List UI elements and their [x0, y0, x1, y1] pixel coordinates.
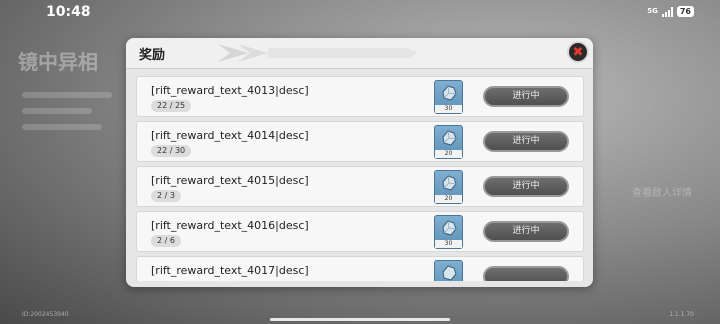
- reward-item[interactable]: 20: [434, 170, 463, 204]
- reward-desc: [rift_reward_text_4014|desc]: [151, 129, 309, 142]
- status-button[interactable]: 进行中: [483, 131, 569, 152]
- item-quantity: 30: [435, 105, 462, 113]
- reward-row: [rift_reward_text_4016|desc] 2 / 6 30 进行…: [136, 211, 584, 252]
- reward-progress: 2 / 3: [151, 190, 181, 202]
- network-label: 5G: [647, 7, 658, 15]
- reward-progress: 22 / 25: [151, 100, 192, 112]
- reward-item[interactable]: 30: [434, 80, 463, 114]
- reward-desc: [rift_reward_text_4017|desc]: [151, 264, 309, 277]
- item-quantity: 30: [435, 240, 462, 248]
- crystal-ore-icon: [442, 175, 457, 191]
- status-button[interactable]: 进行中: [483, 86, 569, 107]
- crystal-ore-icon: [442, 265, 457, 281]
- home-indicator[interactable]: [270, 318, 450, 321]
- reward-row: [rift_reward_text_4015|desc] 2 / 3 20 进行…: [136, 166, 584, 207]
- reward-item[interactable]: 30: [434, 215, 463, 249]
- item-quantity: 20: [435, 195, 462, 203]
- reward-list[interactable]: [rift_reward_text_4013|desc] 22 / 25 30 …: [136, 76, 584, 281]
- reward-item[interactable]: [434, 260, 463, 281]
- status-time: 10:48: [46, 4, 91, 20]
- signal-icon: [661, 6, 673, 17]
- crystal-ore-icon: [442, 220, 457, 236]
- battery-icon: 76: [676, 6, 694, 17]
- background-title: 镜中异相: [18, 50, 98, 74]
- reward-row: [rift_reward_text_4017|desc]: [136, 256, 584, 281]
- version-label: 1.1.1.70: [669, 311, 694, 318]
- panel-header: 奖励 ✖: [126, 38, 593, 69]
- reward-desc: [rift_reward_text_4013|desc]: [151, 84, 309, 97]
- crystal-ore-icon: [442, 130, 457, 146]
- background-enemy-info: 查看敌人详情: [632, 188, 692, 199]
- reward-desc: [rift_reward_text_4016|desc]: [151, 219, 309, 232]
- panel-title: 奖励: [139, 48, 166, 63]
- status-button[interactable]: 进行中: [483, 221, 569, 242]
- rewards-panel: 奖励 ✖ [rift_reward_text_4013|desc] 22 / 2…: [126, 38, 593, 287]
- reward-item[interactable]: 20: [434, 125, 463, 159]
- reward-progress: 22 / 30: [151, 145, 192, 157]
- status-indicators: 5G 76: [647, 6, 694, 17]
- status-button[interactable]: [483, 266, 569, 281]
- reward-row: [rift_reward_text_4014|desc] 22 / 30 20 …: [136, 121, 584, 162]
- background-stats: [22, 92, 122, 140]
- reward-row: [rift_reward_text_4013|desc] 22 / 25 30 …: [136, 76, 584, 117]
- build-id: ID:2002453940: [22, 311, 69, 318]
- close-button[interactable]: ✖: [567, 41, 589, 63]
- item-quantity: 20: [435, 150, 462, 158]
- header-decoration: [218, 44, 418, 62]
- reward-progress: 2 / 6: [151, 235, 181, 247]
- status-button[interactable]: 进行中: [483, 176, 569, 197]
- close-icon: ✖: [572, 44, 584, 60]
- crystal-ore-icon: [442, 85, 457, 101]
- reward-desc: [rift_reward_text_4015|desc]: [151, 174, 309, 187]
